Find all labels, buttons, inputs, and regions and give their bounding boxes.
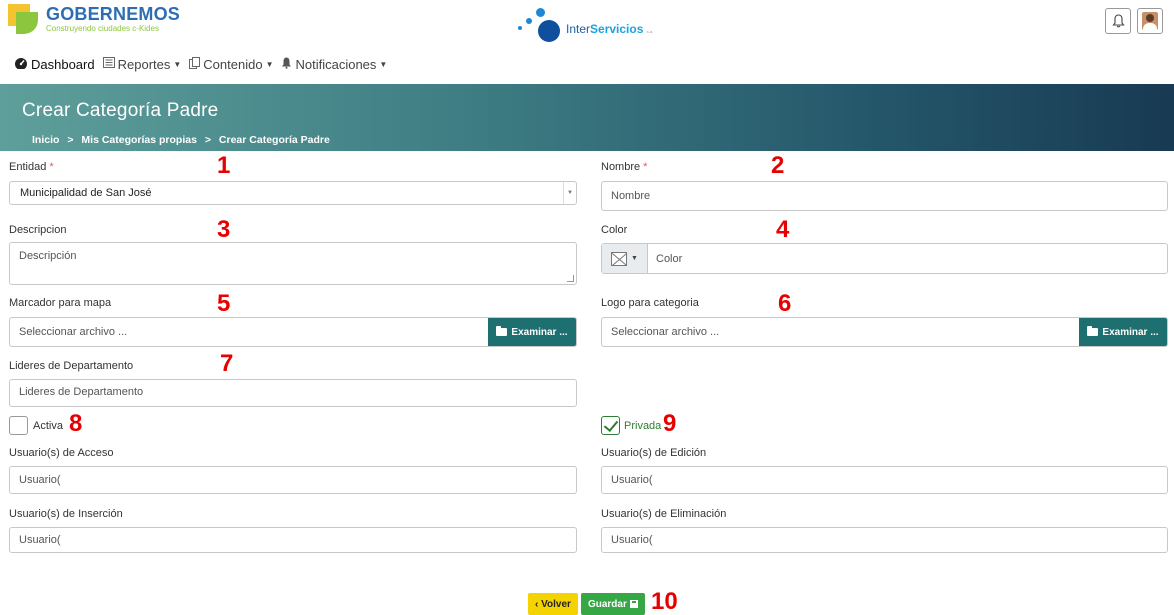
marcador-browse-button[interactable]: Examinar ... bbox=[488, 318, 576, 346]
annotation-number: 5 bbox=[217, 290, 231, 317]
nav-reportes-label: Reportes bbox=[117, 56, 171, 72]
breadcrumb-separator: > bbox=[67, 134, 74, 146]
top-header: GOBERNEMOS Construyendo ciudades c-Kides… bbox=[0, 0, 1174, 46]
acceso-input[interactable]: Usuario( bbox=[9, 466, 577, 494]
form-actions: ‹ Volver Guardar bbox=[528, 593, 645, 615]
empty-color-icon bbox=[611, 251, 628, 266]
partner-suffix: s.a. bbox=[646, 29, 654, 34]
acceso-label: Usuario(s) de Acceso bbox=[9, 447, 114, 459]
edicion-label: Usuario(s) de Edición bbox=[601, 447, 707, 459]
privada-label[interactable]: Privada bbox=[624, 420, 661, 432]
tachometer-icon bbox=[14, 57, 28, 72]
edicion-input[interactable]: Usuario( bbox=[601, 466, 1168, 494]
annotation-number: 1 bbox=[217, 152, 231, 179]
descripcion-textarea[interactable]: Descripción bbox=[9, 242, 577, 285]
descripcion-placeholder: Descripción bbox=[19, 250, 77, 262]
nav-dashboard[interactable]: Dashboard bbox=[14, 57, 95, 72]
annotation-number: 7 bbox=[220, 350, 234, 377]
annotation-number: 3 bbox=[217, 216, 231, 243]
annotation-number: 10 bbox=[651, 588, 678, 615]
chevron-down-icon: ▼ bbox=[379, 59, 388, 69]
logo-label: Logo para categoria bbox=[601, 297, 699, 309]
color-swatch-dropdown[interactable]: ▼ bbox=[602, 244, 648, 273]
folder-icon bbox=[1087, 326, 1099, 336]
privada-checkbox[interactable] bbox=[601, 416, 620, 435]
breadcrumb-inicio[interactable]: Inicio bbox=[32, 134, 59, 146]
breadcrumb-mis-categorias[interactable]: Mis Categorías propias bbox=[81, 134, 197, 146]
color-input[interactable]: ▼ Color bbox=[601, 243, 1168, 274]
chevron-down-icon: ▼ bbox=[173, 59, 182, 69]
save-icon bbox=[629, 600, 638, 608]
user-avatar-button[interactable] bbox=[1137, 8, 1163, 34]
main-nav: Dashboard Reportes ▼ Contenido ▼ Notific… bbox=[0, 54, 395, 74]
insercion-label: Usuario(s) de Inserción bbox=[9, 508, 123, 520]
acceso-placeholder: Usuario( bbox=[19, 474, 61, 486]
annotation-number: 8 bbox=[69, 410, 83, 437]
annotation-number: 9 bbox=[663, 410, 677, 437]
chevron-down-icon[interactable]: ▼ bbox=[563, 182, 576, 204]
gobernemos-logo[interactable]: GOBERNEMOS Construyendo ciudades c-Kides bbox=[8, 4, 180, 34]
nav-notificaciones-label: Notificaciones bbox=[295, 56, 377, 72]
interservicios-logo: InterServicios s.a. bbox=[514, 6, 653, 42]
save-button[interactable]: Guardar bbox=[580, 593, 645, 615]
nav-dashboard-label: Dashboard bbox=[31, 56, 95, 72]
bell-icon bbox=[281, 57, 292, 72]
marcador-placeholder: Seleccionar archivo ... bbox=[19, 326, 128, 338]
color-placeholder: Color bbox=[656, 252, 683, 265]
avatar bbox=[1142, 12, 1158, 30]
eliminacion-label: Usuario(s) de Eliminación bbox=[601, 508, 727, 520]
bell-icon bbox=[1111, 14, 1125, 28]
insercion-placeholder: Usuario( bbox=[19, 534, 61, 546]
annotation-number: 4 bbox=[776, 216, 790, 243]
lideres-placeholder: Lideres de Departamento bbox=[19, 386, 144, 398]
resize-handle[interactable] bbox=[567, 275, 574, 282]
partner-name-a: Inter bbox=[566, 22, 591, 36]
gobernemos-logo-mark bbox=[8, 4, 38, 34]
annotation-number: 6 bbox=[778, 290, 792, 317]
lideres-label: Lideres de Departamento bbox=[9, 360, 134, 372]
interservicios-logo-mark bbox=[514, 6, 564, 42]
lideres-input[interactable]: Lideres de Departamento bbox=[9, 379, 577, 407]
color-label: Color bbox=[601, 224, 628, 236]
annotation-number: 2 bbox=[771, 152, 785, 179]
activa-checkbox[interactable] bbox=[9, 416, 28, 435]
folder-icon bbox=[496, 326, 508, 336]
edicion-placeholder: Usuario( bbox=[611, 474, 653, 486]
eliminacion-placeholder: Usuario( bbox=[611, 534, 653, 546]
descripcion-label: Descripcion bbox=[9, 224, 67, 236]
chevron-down-icon: ▼ bbox=[265, 59, 274, 69]
nombre-input[interactable]: Nombre bbox=[601, 181, 1168, 211]
copy-icon bbox=[189, 56, 201, 72]
partner-name-b: Servicios bbox=[590, 22, 644, 36]
nombre-placeholder: Nombre bbox=[611, 190, 651, 202]
nav-reportes[interactable]: Reportes ▼ bbox=[102, 56, 182, 72]
entidad-select[interactable]: Municipalidad de San José ▼ bbox=[9, 181, 577, 205]
breadcrumb-separator: > bbox=[204, 134, 211, 146]
brand-tagline: Construyendo ciudades c-Kides bbox=[46, 24, 159, 33]
list-icon bbox=[102, 57, 115, 71]
page-title: Crear Categoría Padre bbox=[22, 100, 219, 121]
logo-browse-button[interactable]: Examinar ... bbox=[1079, 318, 1167, 346]
page-banner: Crear Categoría Padre Inicio > Mis Categ… bbox=[0, 84, 1174, 151]
back-button[interactable]: ‹ Volver bbox=[528, 593, 578, 615]
insercion-input[interactable]: Usuario( bbox=[9, 527, 577, 553]
entidad-selected-value: Municipalidad de San José bbox=[20, 187, 152, 199]
brand-title: GOBERNEMOS bbox=[46, 4, 181, 24]
eliminacion-input[interactable]: Usuario( bbox=[601, 527, 1168, 553]
nav-notificaciones[interactable]: Notificaciones ▼ bbox=[281, 57, 387, 72]
logo-file-input[interactable]: Seleccionar archivo ... Examinar ... bbox=[601, 317, 1168, 347]
entidad-label: Entidad * bbox=[9, 161, 54, 173]
logo-placeholder: Seleccionar archivo ... bbox=[611, 326, 720, 338]
nombre-label: Nombre * bbox=[601, 161, 648, 173]
chevron-down-icon: ▼ bbox=[631, 255, 638, 262]
nav-contenido[interactable]: Contenido ▼ bbox=[189, 56, 274, 72]
breadcrumb: Inicio > Mis Categorías propias > Crear … bbox=[32, 134, 335, 146]
marcador-label: Marcador para mapa bbox=[9, 297, 112, 309]
marcador-file-input[interactable]: Seleccionar archivo ... Examinar ... bbox=[9, 317, 577, 347]
breadcrumb-current: Crear Categoría Padre bbox=[218, 134, 330, 146]
activa-label[interactable]: Activa bbox=[33, 420, 63, 432]
notifications-button[interactable] bbox=[1105, 8, 1131, 34]
nav-contenido-label: Contenido bbox=[203, 56, 263, 72]
